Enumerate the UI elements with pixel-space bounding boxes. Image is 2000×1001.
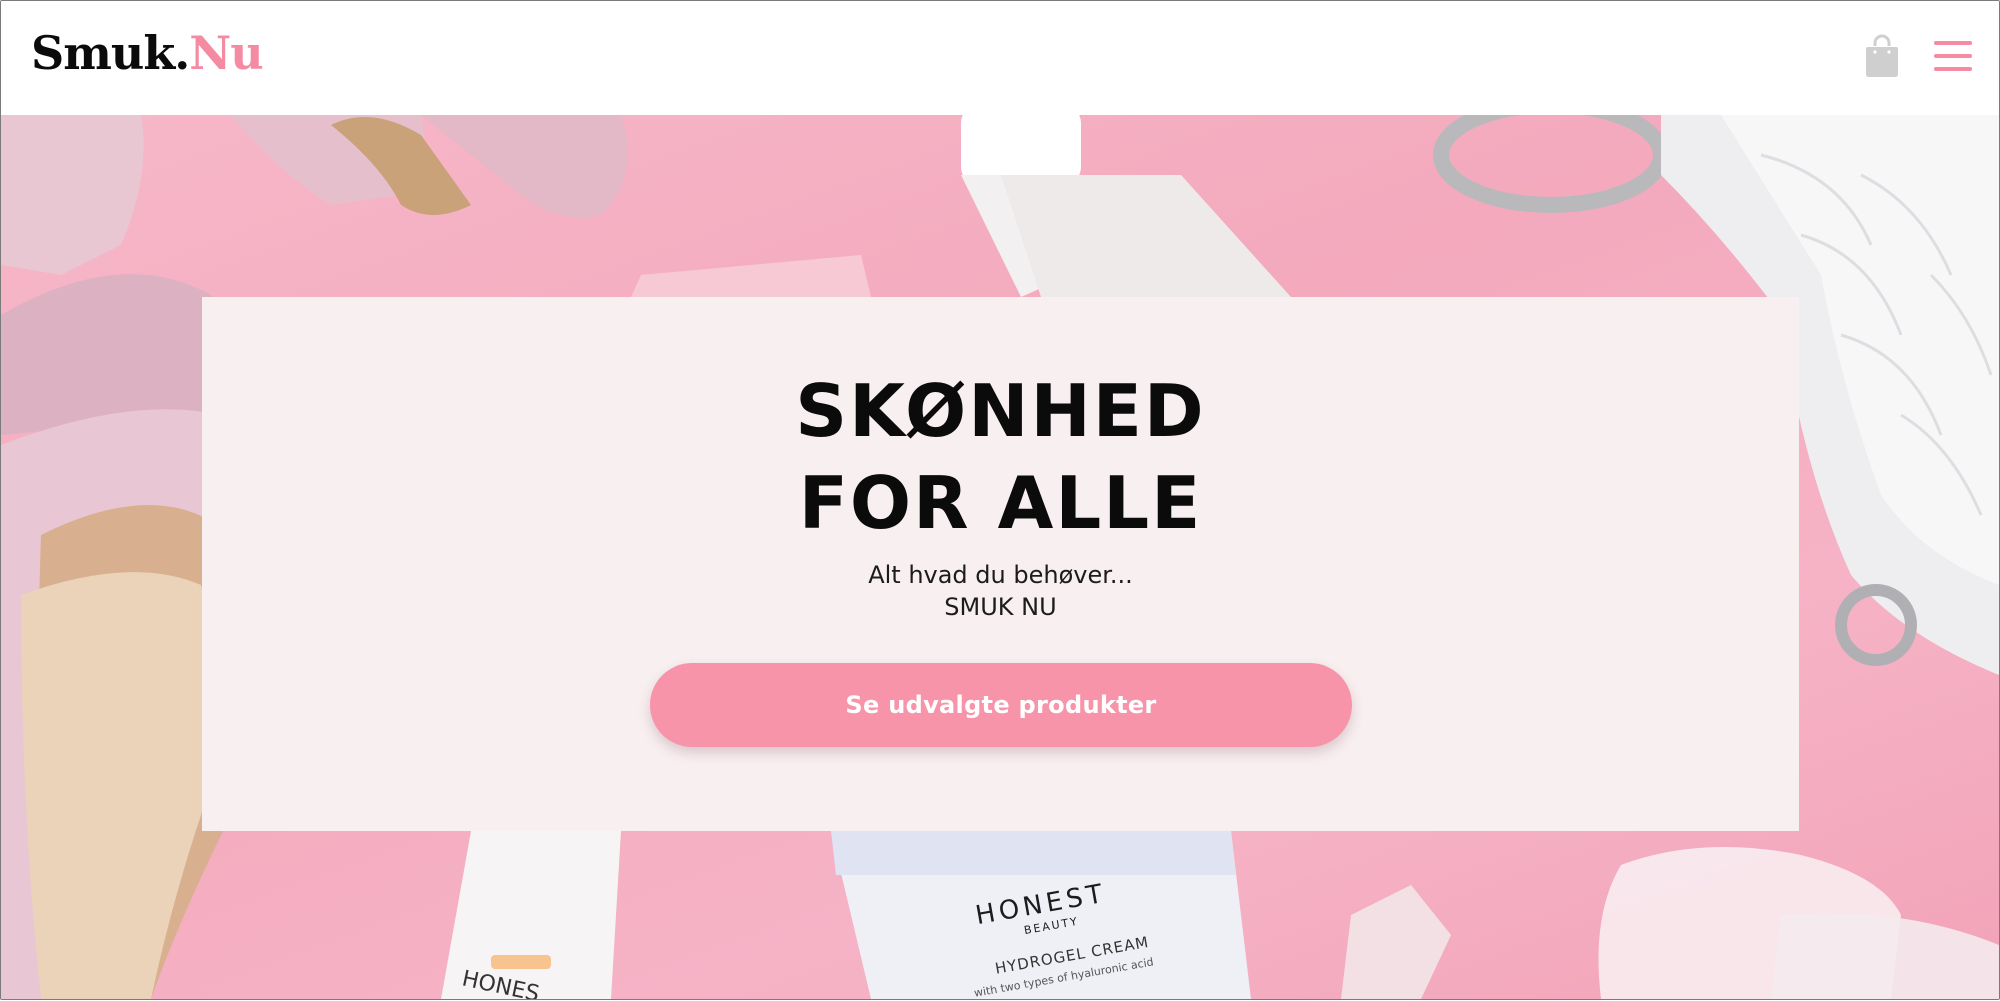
logo-text-smuk: Smuk. (31, 26, 190, 80)
hero-tagline-2: SMUK NU (944, 593, 1057, 621)
browser-viewport: Smuk.Nu HONES HONEST BEAUTY HYDROGEL CRE… (0, 0, 2000, 1000)
hero-headline: SKØNHED FOR ALLE (202, 365, 1799, 549)
clear-tube (631, 255, 871, 297)
logo-text-nu: Nu (189, 26, 263, 80)
honest-stick-bottom: HONES (441, 831, 621, 999)
frosted-bracelet (1598, 847, 1999, 999)
hero-section: HONES HONEST BEAUTY HYDROGEL CREAM with … (1, 115, 1999, 999)
honest-hydrogel-jar: HONEST BEAUTY HYDROGEL CREAM with two ty… (831, 831, 1251, 999)
hamburger-menu-icon[interactable] (1934, 41, 1972, 71)
headline-line-1: SKØNHED (795, 369, 1206, 453)
hero-card: SKØNHED FOR ALLE Alt hvad du behøver... … (202, 297, 1799, 831)
menu-bar-bottom (1934, 67, 1972, 71)
featured-products-button[interactable]: Se udvalgte produkter (650, 663, 1352, 747)
site-logo[interactable]: Smuk.Nu (31, 23, 264, 83)
page: Smuk.Nu HONES HONEST BEAUTY HYDROGEL CRE… (0, 0, 2000, 1001)
white-bottle-top (961, 115, 1291, 297)
site-header: Smuk.Nu (1, 1, 1999, 115)
rose-quartz-crystal (1341, 885, 1451, 999)
menu-bar-top (1934, 41, 1972, 45)
shopping-bag-icon[interactable] (1865, 34, 1899, 78)
menu-bar-middle (1934, 54, 1972, 58)
shopping-bag-glyph (1866, 34, 1898, 77)
headline-line-2: FOR ALLE (798, 461, 1203, 545)
hero-tagline-1: Alt hvad du behøver... (868, 561, 1133, 589)
